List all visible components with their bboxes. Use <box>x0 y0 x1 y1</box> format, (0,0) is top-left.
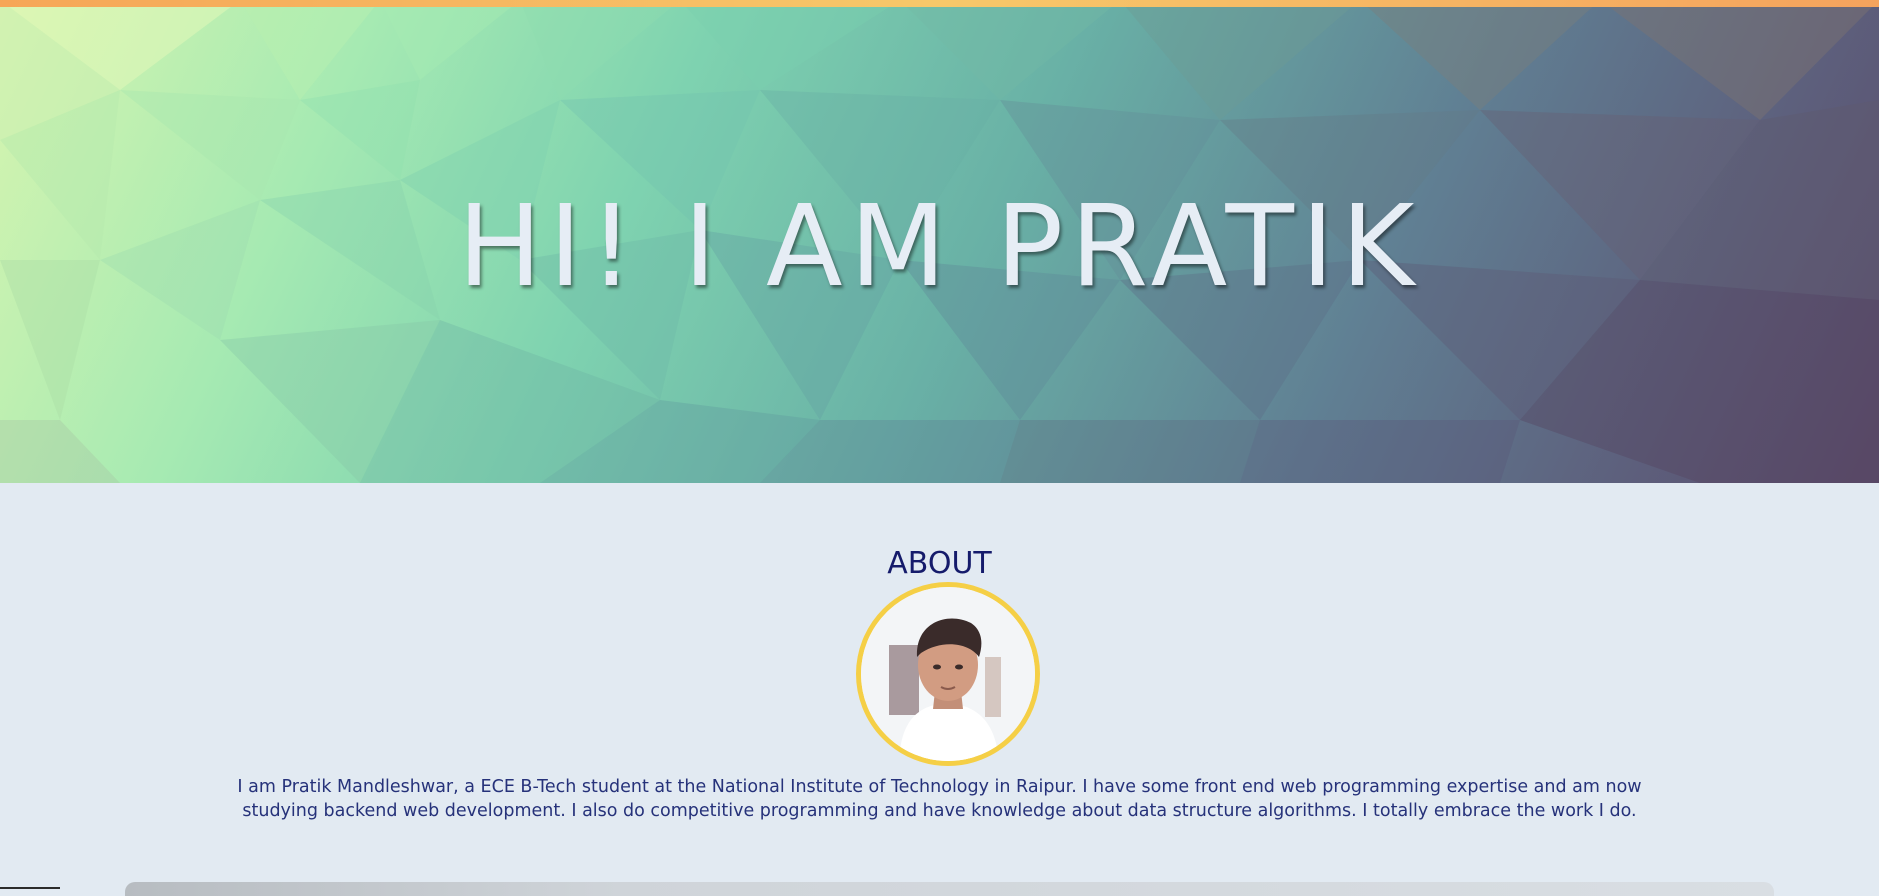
hero-banner: HI! I AM PRATIK <box>0 0 1879 483</box>
about-heading: ABOUT <box>887 546 992 581</box>
top-accent-bar <box>0 0 1879 7</box>
next-section-card <box>125 882 1774 896</box>
hero-title: HI! I AM PRATIK <box>457 182 1422 312</box>
avatar <box>856 582 1040 766</box>
about-description: I am Pratik Mandleshwar, a ECE B-Tech st… <box>237 777 1642 821</box>
profile-photo <box>861 587 1035 761</box>
